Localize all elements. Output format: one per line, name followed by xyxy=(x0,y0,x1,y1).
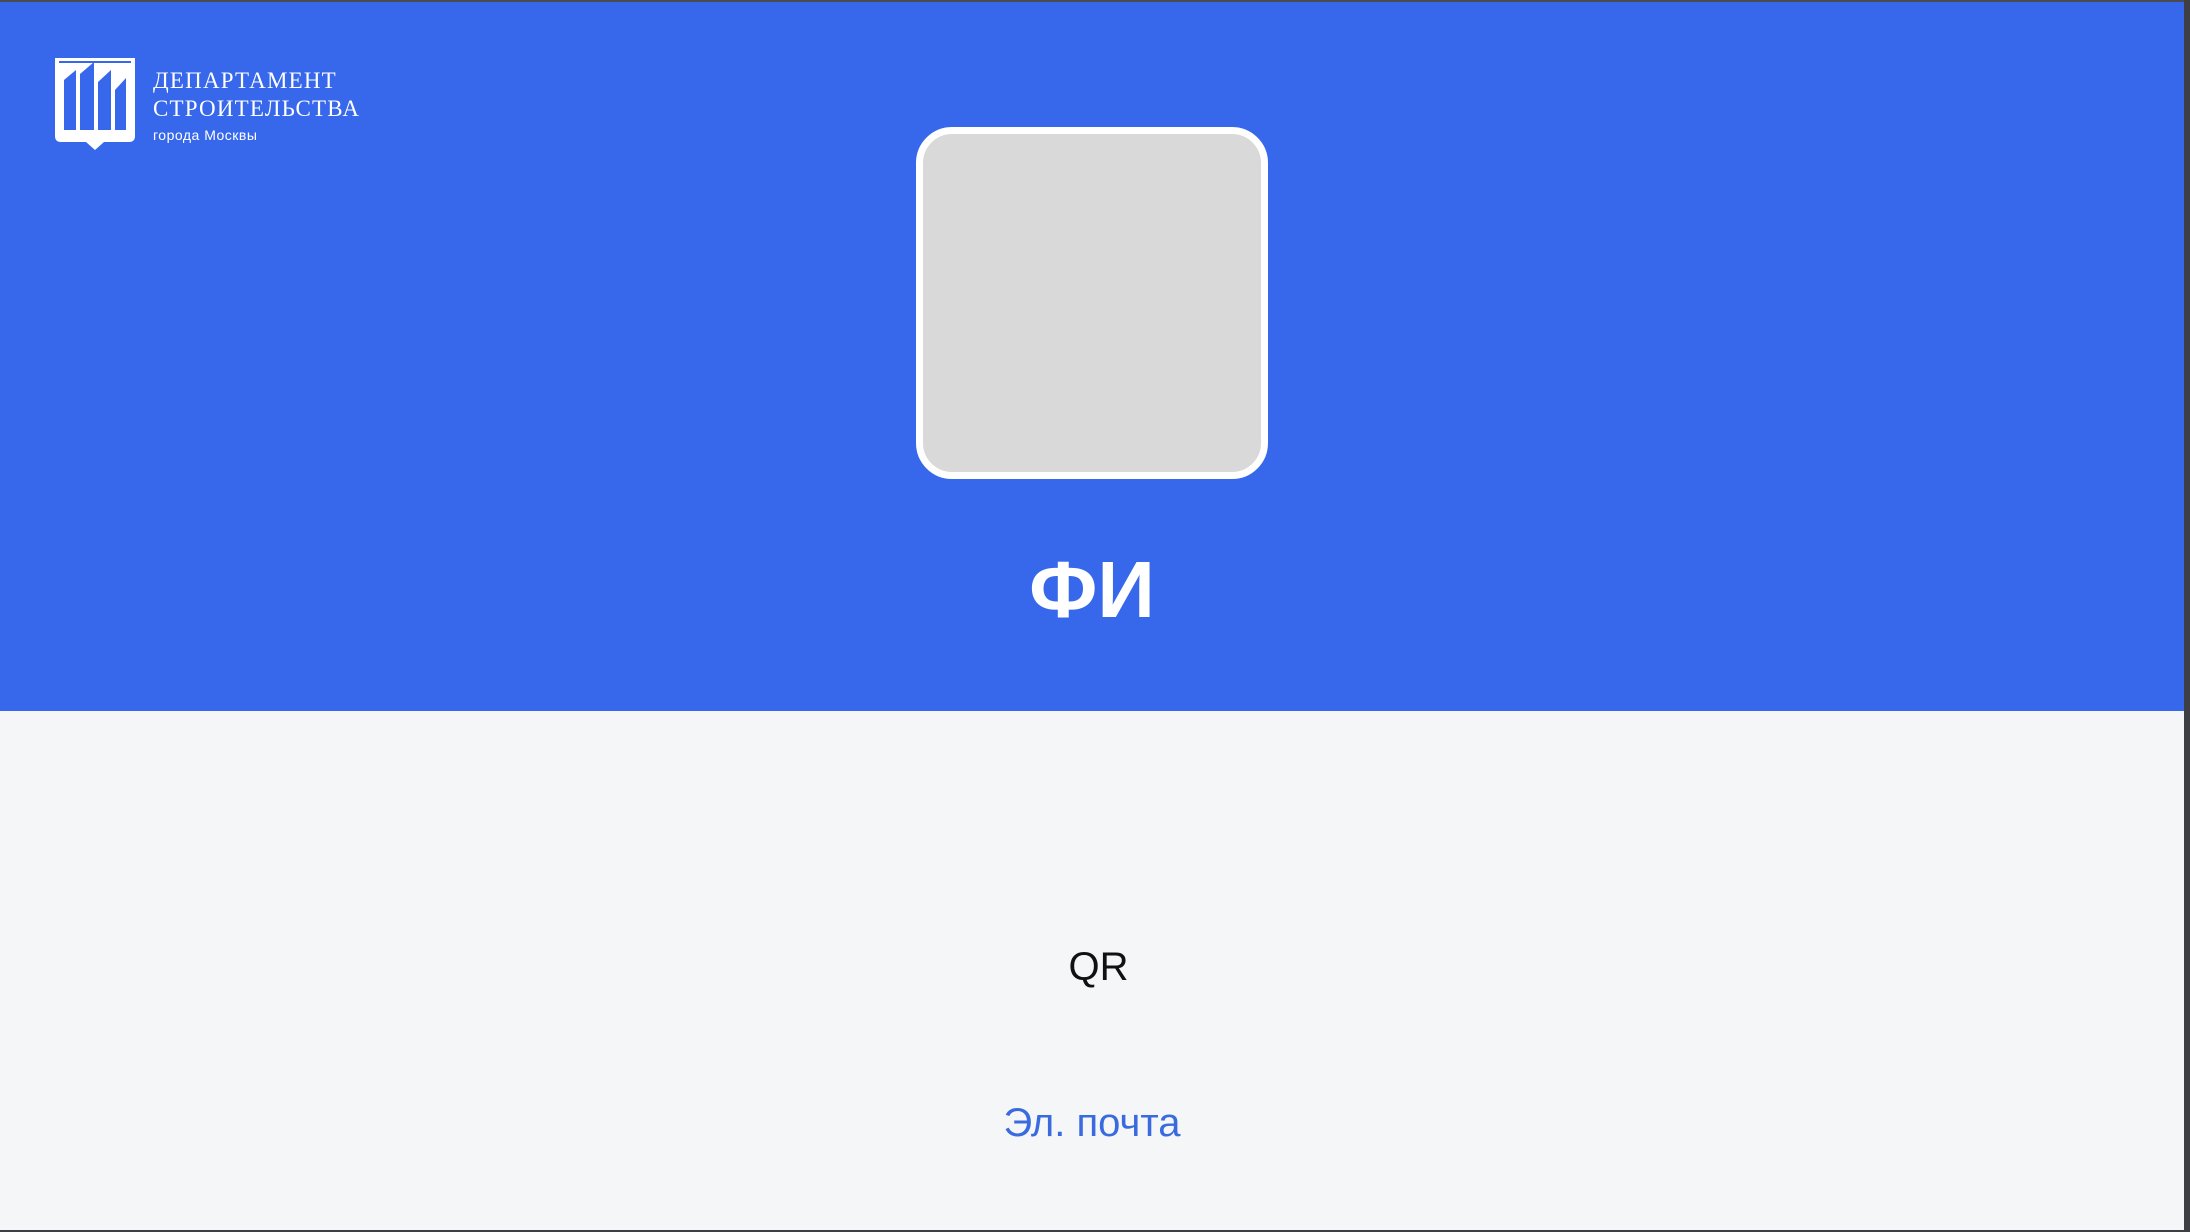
logo-text: ДЕПАРТАМЕНТ СТРОИТЕЛЬСТВА города Москвы xyxy=(153,67,360,145)
department-logo: ДЕПАРТАМЕНТ СТРОИТЕЛЬСТВА города Москвы xyxy=(55,58,360,152)
profile-photo-placeholder xyxy=(916,127,1268,479)
logo-title-line1: ДЕПАРТАМЕНТ xyxy=(153,68,337,93)
person-name: ФИ xyxy=(1029,545,1155,634)
building-emblem-icon xyxy=(55,58,135,150)
logo-subtitle: города Москвы xyxy=(153,127,258,143)
header-banner: ДЕПАРТАМЕНТ СТРОИТЕЛЬСТВА города Москвы … xyxy=(0,2,2184,711)
business-card-page: ДЕПАРТАМЕНТ СТРОИТЕЛЬСТВА города Москвы … xyxy=(0,0,2184,1230)
qr-code-label[interactable]: QR xyxy=(0,939,2190,995)
logo-title-line2: СТРОИТЕЛЬСТВА xyxy=(153,96,361,121)
email-link[interactable]: Эл. почта xyxy=(0,1095,2184,1151)
